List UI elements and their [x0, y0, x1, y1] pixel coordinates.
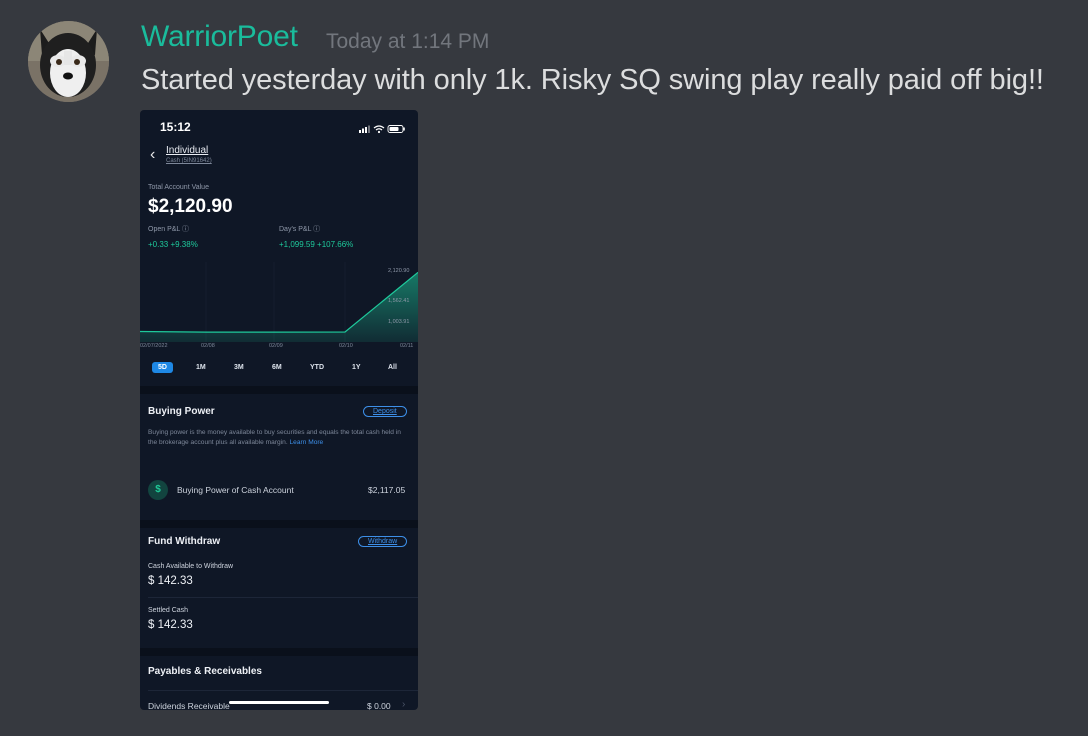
- home-indicator: [229, 701, 329, 704]
- back-chevron-icon[interactable]: ‹: [150, 146, 155, 164]
- buying-power-cash-value: $2,117.05: [368, 485, 406, 495]
- buying-power-desc-text: Buying power is the money available to b…: [148, 429, 401, 446]
- day-pl-value: +1,099.59 +107.66%: [279, 240, 354, 249]
- tab-3m[interactable]: 3M: [234, 362, 244, 373]
- deposit-button[interactable]: Deposit: [363, 406, 407, 417]
- phone-status-time: 15:12: [160, 120, 191, 134]
- chevron-right-icon: ›: [402, 699, 406, 710]
- row-divider: [148, 597, 418, 598]
- message-text: Started yesterday with only 1k. Risky SQ…: [141, 64, 1044, 96]
- tab-ytd[interactable]: YTD: [310, 362, 324, 373]
- tab-all[interactable]: All: [388, 362, 397, 373]
- timeframe-tabs: 5D 1M 3M 6M YTD 1Y All: [140, 362, 418, 374]
- x-tick-label: 02/08: [201, 343, 215, 349]
- x-tick-label: 02/07/2022: [140, 343, 168, 349]
- dividends-receivable-value: $ 0.00: [367, 701, 391, 710]
- day-pl-label: Day's P&L ⓘ: [279, 226, 321, 233]
- withdraw-button[interactable]: Withdraw: [358, 536, 408, 547]
- learn-more-link[interactable]: Learn More: [290, 439, 324, 446]
- dividends-receivable-label[interactable]: Dividends Receivable: [148, 701, 230, 710]
- phone-status-icons: [359, 121, 407, 139]
- total-account-value-label: Total Account Value: [148, 184, 209, 191]
- chart-grid: [205, 262, 346, 342]
- message-username[interactable]: WarriorPoet: [141, 20, 298, 54]
- settled-cash-value: $ 142.33: [148, 619, 193, 631]
- buying-power-title: Buying Power: [148, 406, 215, 417]
- y-tick-label: 2,120.90: [388, 268, 410, 274]
- open-pl-value: +0.33 +9.38%: [148, 240, 198, 249]
- signal-icon: [359, 125, 370, 133]
- x-tick-label: 02/09: [269, 343, 283, 349]
- dollar-icon: $: [148, 480, 168, 500]
- x-tick-label: 02/10: [339, 343, 353, 349]
- open-pl-label: Open P&L ⓘ: [148, 226, 189, 233]
- cash-available-value: $ 142.33: [148, 575, 193, 587]
- cash-available-label: Cash Available to Withdraw: [148, 563, 234, 570]
- battery-icon: [387, 125, 405, 133]
- tab-5d[interactable]: 5D: [152, 362, 173, 373]
- settled-cash-label: Settled Cash: [148, 607, 189, 614]
- user-avatar[interactable]: [28, 21, 109, 102]
- account-subtitle: Cash (5IN91642): [166, 158, 212, 164]
- wifi-icon: [373, 125, 385, 134]
- row-divider: [148, 690, 418, 691]
- y-tick-label: 1,562.41: [388, 298, 410, 304]
- x-tick-label: 02/11: [400, 343, 414, 349]
- husky-avatar-image: [28, 21, 109, 102]
- buying-power-description: Buying power is the money available to b…: [148, 428, 410, 448]
- total-account-value: $2,120.90: [148, 196, 233, 217]
- buying-power-cash-label: Buying Power of Cash Account: [177, 485, 294, 495]
- section-separator: [140, 520, 418, 528]
- attached-screenshot[interactable]: 15:12 ‹ Individual Cash (5IN91642) Total…: [140, 110, 418, 710]
- payables-title: Payables & Receivables: [148, 666, 262, 677]
- tab-1y[interactable]: 1Y: [352, 362, 361, 373]
- section-separator: [140, 648, 418, 656]
- y-tick-label: 1,003.91: [388, 319, 410, 325]
- fund-withdraw-title: Fund Withdraw: [148, 536, 221, 547]
- message-timestamp: Today at 1:14 PM: [326, 30, 490, 53]
- tab-6m[interactable]: 6M: [272, 362, 282, 373]
- account-name[interactable]: Individual: [166, 145, 208, 156]
- section-separator: [140, 386, 418, 394]
- tab-1m[interactable]: 1M: [196, 362, 206, 373]
- account-value-chart[interactable]: [140, 262, 418, 342]
